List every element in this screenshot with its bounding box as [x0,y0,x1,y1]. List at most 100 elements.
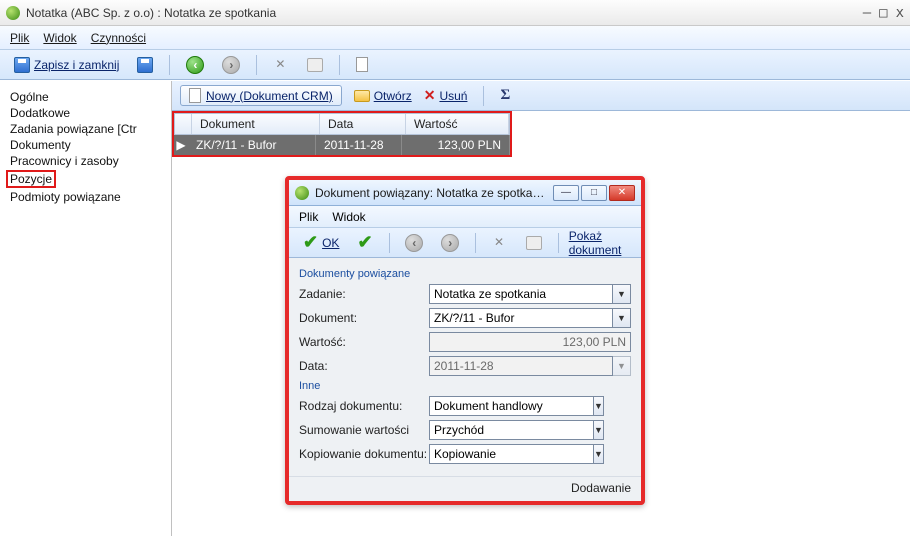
main-toolbar: Zapisz i zamknij ‹ › [0,50,910,80]
separator [339,55,340,75]
disk-icon [137,57,153,73]
sidebar-item-pracownicy[interactable]: Pracownicy i zasoby [10,153,161,169]
minimize-button[interactable]: — [863,5,871,21]
zadanie-input[interactable] [429,284,613,304]
sidebar: Ogólne Dodatkowe Zadania powiązane [Ctr … [0,81,172,536]
label-kopiowanie: Kopiowanie dokumentu: [299,447,429,461]
dialog-maximize-button[interactable]: □ [581,185,607,201]
tools-icon [273,57,289,73]
separator [169,55,170,75]
dialog-titlebar: Dokument powiązany: Notatka ze spotkan..… [289,180,641,206]
col-wartosc[interactable]: Wartość [406,114,509,134]
menu-czynnosci[interactable]: Czynności [91,31,146,45]
maximize-button[interactable]: □ [879,5,887,21]
page-icon [189,88,201,103]
open-button[interactable]: Otwórz [354,89,412,103]
sigma-icon: Σ [500,87,510,104]
sidebar-item-pozycje[interactable]: Pozycje [10,169,161,189]
dokument-input[interactable] [429,308,613,328]
menu-plik[interactable]: Plik [10,31,29,45]
save-button[interactable] [131,55,159,75]
separator [256,55,257,75]
label-sumowanie: Sumowanie wartości [299,423,429,437]
tools-icon [492,235,508,251]
cell-wartosc: 123,00 PLN [402,135,510,155]
tools-button[interactable] [267,55,295,75]
printer-icon [307,58,323,72]
label-zadanie: Zadanie: [299,287,429,301]
kopiowanie-dropdown[interactable]: ▼ [594,444,604,464]
apply-button[interactable]: ✔ [351,230,378,255]
dialog-menu-plik[interactable]: Plik [299,210,318,224]
titlebar: Notatka (ABC Sp. z o.o) : Notatka ze spo… [0,0,910,26]
separator [558,233,559,253]
dokument-dropdown[interactable]: ▼ [613,308,631,328]
content: Nowy (Dokument CRM) Otwórz ✕ Usuń Σ Doku… [172,81,910,536]
label-data: Data: [299,359,429,373]
tools-button[interactable] [486,233,514,253]
print-button[interactable] [520,234,548,252]
delete-label: Usuń [439,89,467,103]
content-toolbar: Nowy (Dokument CRM) Otwórz ✕ Usuń Σ [172,81,910,111]
window-controls: — □ x [863,5,904,21]
dialog-minimize-button[interactable]: — [553,185,579,201]
rodzaj-input[interactable] [429,396,594,416]
open-label: Otwórz [374,89,412,103]
linked-document-dialog: Dokument powiązany: Notatka ze spotkan..… [285,176,645,505]
cell-data: 2011-11-28 [316,135,402,155]
col-data[interactable]: Data [320,114,406,134]
check-icon: ✔ [357,232,372,253]
app-icon [6,6,20,20]
delete-button[interactable]: ✕ Usuń [424,87,468,104]
separator [389,233,390,253]
data-dropdown: ▼ [613,356,631,376]
dialog-window-controls: — □ ✕ [553,185,635,201]
app-icon [295,186,309,200]
sidebar-item-dodatkowe[interactable]: Dodatkowe [10,105,161,121]
documents-table: Dokument Data Wartość ▶ ZK/?/11 - Bufor … [172,111,512,157]
label-dokument: Dokument: [299,311,429,325]
page-icon [356,57,368,72]
main: Ogólne Dodatkowe Zadania powiązane [Ctr … [0,80,910,536]
new-document-button[interactable]: Nowy (Dokument CRM) [180,85,342,106]
menu-widok[interactable]: Widok [43,31,76,45]
row-zadanie: Zadanie: ▼ [299,284,631,304]
separator [475,233,476,253]
cell-dokument: ZK/?/11 - Bufor [188,135,316,155]
row-sumowanie: Sumowanie wartości ▼ [299,420,631,440]
save-close-button[interactable]: Zapisz i zamknij [8,55,125,75]
new-document-label: Nowy (Dokument CRM) [206,89,333,103]
table-row[interactable]: ▶ ZK/?/11 - Bufor 2011-11-28 123,00 PLN [172,135,512,157]
sidebar-item-ogolne[interactable]: Ogólne [10,89,161,105]
page-button[interactable] [350,55,374,74]
nav-forward-button: › [435,232,465,254]
show-document-link[interactable]: Pokaż dokument [569,229,633,257]
separator [483,86,484,106]
sumowanie-input[interactable] [429,420,594,440]
rodzaj-dropdown[interactable]: ▼ [594,396,604,416]
sum-button[interactable]: Σ [500,87,510,104]
nav-back-button[interactable]: ‹ [180,54,210,76]
sidebar-item-dokumenty[interactable]: Dokumenty [10,137,161,153]
save-close-label: Zapisz i zamknij [34,58,119,72]
label-wartosc: Wartość: [299,335,429,349]
dialog-status: Dodawanie [289,476,641,501]
dialog-toolbar: ✔ OK ✔ ‹ › Pokaż dokument [289,228,641,258]
dialog-menu-widok[interactable]: Widok [332,210,365,224]
sumowanie-dropdown[interactable]: ▼ [594,420,604,440]
ok-button[interactable]: ✔ OK [297,230,345,255]
close-button[interactable]: x [896,5,904,21]
sidebar-item-podmioty[interactable]: Podmioty powiązane [10,189,161,205]
nav-back-button: ‹ [399,232,429,254]
print-button[interactable] [301,56,329,74]
col-marker [175,114,192,134]
zadanie-dropdown[interactable]: ▼ [613,284,631,304]
dialog-close-button[interactable]: ✕ [609,185,635,201]
arrow-right-icon: › [441,234,459,252]
section-dokumenty: Dokumenty powiązane [299,268,631,280]
col-dokument[interactable]: Dokument [192,114,320,134]
kopiowanie-input[interactable] [429,444,594,464]
data-input [429,356,613,376]
wartosc-input [429,332,631,352]
sidebar-item-zadania[interactable]: Zadania powiązane [Ctr [10,121,161,137]
